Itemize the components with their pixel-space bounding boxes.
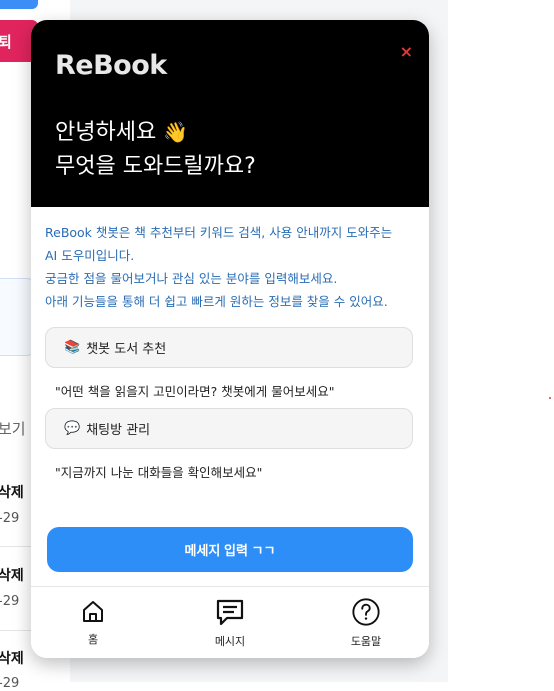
greeting-line-1: 안녕하세요 [55, 120, 157, 145]
home-icon [83, 601, 103, 622]
nav-label: 도움말 [350, 635, 382, 648]
background-row-date: -29 [0, 511, 20, 526]
feature-description: "지금까지 나눈 대화들을 확인해보세요" [55, 465, 263, 480]
background-divider [0, 546, 34, 547]
feature-chatroom-management-button[interactable]: 💬 채팅방 관리 [45, 408, 413, 449]
help-icon [352, 598, 380, 626]
background-row-date: -29 [0, 594, 20, 609]
waving-hand-icon: 👋 [163, 120, 189, 144]
intro-line: 아래 기능들을 통해 더 쉽고 빠르게 원하는 정보를 찾을 수 있어요. [45, 294, 388, 309]
nav-label: 홈 [87, 633, 99, 646]
background-row-action[interactable]: 삭제 [0, 482, 24, 502]
red-dot [549, 397, 551, 399]
intro-line: 궁금한 점을 물어보거나 관심 있는 분야를 입력해보세요. [45, 271, 338, 286]
background-red-button-label: 퇴 [0, 32, 12, 51]
close-icon[interactable]: × [400, 42, 413, 61]
feature-description: "어떤 책을 읽을지 고민이라면? 챗봇에게 물어보세요" [55, 384, 335, 399]
background-row-action[interactable]: 삭제 [0, 648, 24, 668]
nav-item-messages[interactable]: 메시지 [190, 597, 270, 649]
feature-book-recommendation-button[interactable]: 📚 챗봇 도서 추천 [45, 327, 413, 368]
speech-bubble-icon: 💬 [64, 421, 81, 436]
message-input-button[interactable]: 메세지 입력 ㄱㄱ [47, 527, 413, 572]
chatbot-brand: ReBook [55, 50, 167, 81]
intro-line: ReBook 챗봇은 책 추천부터 키워드 검색, 사용 안내까지 도와주는 [45, 225, 393, 240]
background-row-action[interactable]: 삭제 [0, 565, 24, 585]
nav-item-help[interactable]: 도움말 [326, 597, 406, 649]
nav-item-home[interactable]: 홈 [53, 597, 133, 647]
intro-line: AI 도우미입니다. [45, 248, 135, 263]
greeting: 안녕하세요 👋 무엇을 도와드릴까요? [55, 115, 256, 184]
background-divider [0, 630, 34, 631]
chatbot-header: ReBook × 안녕하세요 👋 무엇을 도와드릴까요? [31, 20, 429, 207]
message-icon [216, 599, 244, 626]
nav-label: 메시지 [214, 635, 246, 648]
intro-text: ReBook 챗봇은 책 추천부터 키워드 검색, 사용 안내까지 도와주는 A… [45, 221, 415, 313]
greeting-line-2: 무엇을 도와드릴까요? [55, 154, 256, 179]
feature-label: 챗봇 도서 추천 [86, 342, 167, 357]
feature-label: 채팅방 관리 [86, 423, 151, 438]
background-blue-button[interactable] [0, 0, 38, 9]
background-card [0, 278, 35, 356]
background-row-date: -29 [0, 676, 20, 691]
background-see-label[interactable]: 보기 [0, 418, 26, 439]
books-icon: 📚 [64, 340, 81, 355]
bottom-nav: 홈 메시지 도움말 [31, 586, 429, 658]
chatbot-widget: ReBook × 안녕하세요 👋 무엇을 도와드릴까요? ReBook 챗봇은 … [31, 20, 429, 658]
